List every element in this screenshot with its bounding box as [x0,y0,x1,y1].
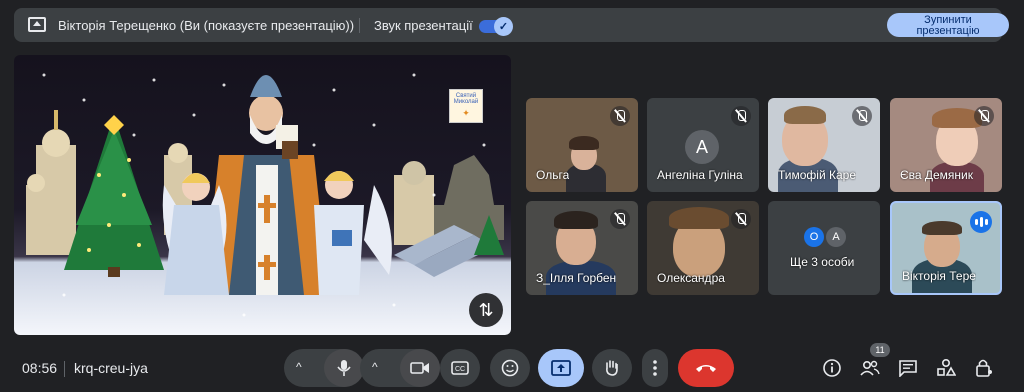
presentation-stage: Святий Миколай ✦ ⇅ [14,55,511,335]
people-icon [860,360,880,376]
speaking-indicator-icon [970,211,992,233]
participant-hair [554,211,598,229]
participant-name: Вікторія Тере [902,269,976,283]
check-icon: ✓ [494,17,513,36]
participant-tile[interactable]: З_Ілля Горбен [526,201,638,295]
poster-sign-emblem: ✦ [462,108,470,118]
stop-presenting-button[interactable]: Зупинити презентацію [887,13,1009,37]
emoji-icon [501,359,519,377]
meeting-time: 08:56 [22,360,58,376]
participant-tile-self[interactable]: Вікторія Тере [890,201,1002,295]
mic-off-icon [610,106,630,126]
more-options-button[interactable] [642,349,668,387]
more-participants-tile[interactable]: O A Ще 3 особи [768,201,880,295]
christmas-tree [64,115,164,277]
present-now-button[interactable] [538,349,584,387]
microphone-control[interactable]: ^ [284,349,364,387]
host-controls-button[interactable] [972,356,996,380]
participant-tile[interactable]: Ольга [526,98,638,192]
hand-icon [606,360,618,376]
presentation-audio-label: Звук презентації [374,18,473,33]
mic-off-icon [731,209,751,229]
captions-button[interactable]: CC [440,349,480,387]
participants-count-badge: 11 [870,343,890,357]
participant-hair [922,221,962,235]
mic-off-icon [731,106,751,126]
mic-off-icon [852,106,872,126]
stop-presenting-label-2: презентацію [916,25,980,37]
participant-name: Олександра [657,271,725,285]
meet-window: Вікторія Терещенко (Ви (показуєте презен… [0,0,1024,392]
presentation-audio-toggle[interactable]: ✓ [479,17,513,36]
microphone-icon [337,360,351,376]
participant-hair [569,136,599,150]
microphone-button[interactable] [324,349,364,387]
participant-avatar: O [804,227,824,247]
divider [359,18,360,33]
participant-tile[interactable]: Тимофій Каре [768,98,880,192]
participant-name: Ольга [536,168,570,182]
raise-hand-button[interactable] [592,349,632,387]
participant-name: Ангеліна Гуліна [657,168,743,182]
people-button[interactable] [858,356,882,380]
poster-sign-text: Святий Миколай [453,93,479,105]
present-screen-icon [551,360,571,376]
camera-icon [410,362,429,374]
chat-button[interactable] [896,356,920,380]
reactions-button[interactable] [490,349,530,387]
participant-tile[interactable]: Олександра [647,201,759,295]
present-screen-icon [28,17,46,32]
end-call-icon [696,365,716,372]
participant-avatar: A [685,130,719,164]
presenting-bar: Вікторія Терещенко (Ви (показуєте презен… [14,8,1009,42]
swap-layout-button[interactable]: ⇅ [469,293,503,327]
participant-avatar: A [826,227,846,247]
st-nicholas-scene-image [26,73,504,317]
presenter-title: Вікторія Терещенко (Ви (показуєте презен… [58,18,355,33]
info-icon [823,359,841,377]
participant-tile[interactable]: A Ангеліна Гуліна [647,98,759,192]
mic-off-icon [610,209,630,229]
participant-hair [784,106,826,124]
more-participants-avatars: O A [804,227,846,247]
camera-control[interactable]: ^ [360,349,440,387]
swap-icon: ⇅ [478,299,494,320]
participant-name: Тимофій Каре [778,168,857,182]
participant-name: Єва Демяник [900,168,974,182]
video-settings-caret-icon[interactable]: ^ [372,360,378,374]
participant-name: З_Ілля Горбен [536,271,617,285]
captions-icon: CC [451,361,469,375]
poster-sign: Святий Миколай ✦ [449,89,483,123]
activities-button[interactable] [934,356,958,380]
angel-right [314,171,392,295]
participant-tile[interactable]: Єва Демяник [890,98,1002,192]
lock-person-icon [976,359,992,377]
camera-button[interactable] [400,349,440,387]
participant-hair [669,207,729,229]
more-vert-icon [653,360,657,376]
leave-call-button[interactable] [678,349,734,387]
mic-off-icon [974,106,994,126]
meeting-code: krq-creu-jya [74,360,148,376]
more-participants-label: Ще 3 особи [790,255,855,269]
audio-settings-caret-icon[interactable]: ^ [296,360,302,374]
meeting-details-button[interactable] [820,356,844,380]
chat-icon [899,360,917,377]
activities-icon [937,358,956,376]
divider [64,361,65,377]
svg-text:CC: CC [455,366,465,373]
